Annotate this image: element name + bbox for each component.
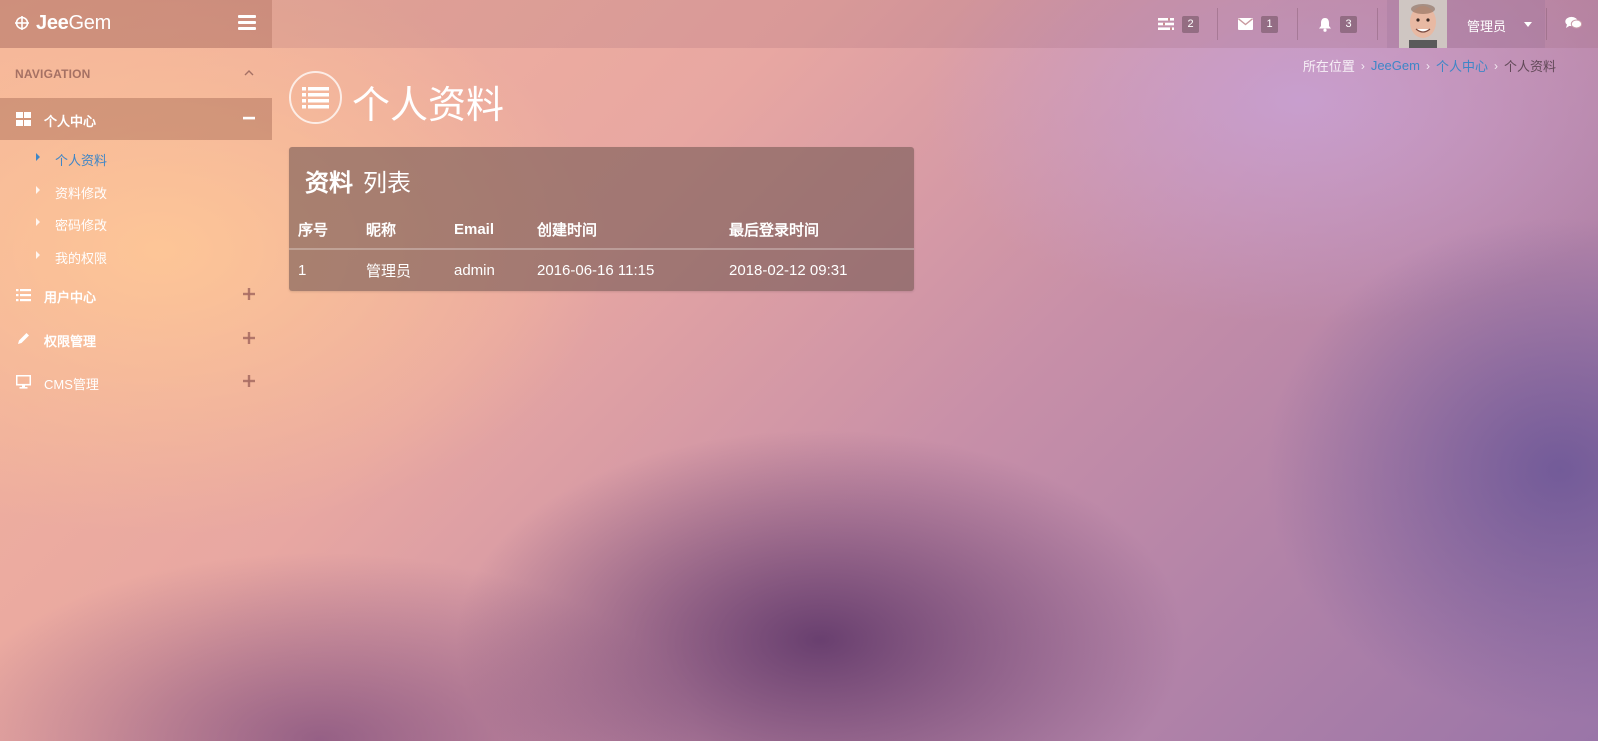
sidebar-item-label: CMS管理 <box>44 377 99 392</box>
sidebar-subitem-edit-profile[interactable]: 资料修改 <box>0 176 272 206</box>
plus-icon[interactable] <box>243 332 255 344</box>
collapse-icon[interactable] <box>243 112 255 124</box>
page-icon <box>289 71 342 124</box>
user-menu[interactable]: 管理员 <box>1387 0 1545 48</box>
column-header: 序号 <box>289 211 357 250</box>
panel-title: 资料 列表 <box>305 163 411 198</box>
chat-icon[interactable] <box>1565 16 1582 30</box>
sidebar-item-label: 用户中心 <box>44 290 97 305</box>
caret-right-icon <box>36 153 40 161</box>
sidebar-item-label: 权限管理 <box>44 334 97 349</box>
table-cell: 2016-06-16 11:15 <box>537 261 655 279</box>
caret-right-icon <box>36 251 40 259</box>
table-cell: 1 <box>298 261 307 279</box>
table-header-row: 序号 昵称 Email 创建时间 最后登录时间 <box>289 211 914 250</box>
user-name: 管理员 <box>1467 19 1507 34</box>
caret-right-icon <box>36 218 40 226</box>
chevron-right-icon: › <box>1493 58 1498 73</box>
sidebar-subitem-profile[interactable]: 个人资料 <box>0 143 272 173</box>
sidebar-subitem-label: 密码修改 <box>55 218 108 233</box>
monitor-icon <box>16 375 31 389</box>
breadcrumb-prefix: 所在位置 <box>1302 59 1355 74</box>
messages-count-badge: 1 <box>1261 15 1278 33</box>
caret-right-icon <box>36 186 40 194</box>
sidebar-item-label: 个人中心 <box>44 114 97 129</box>
menu-toggle-button[interactable] <box>238 15 256 31</box>
sidebar-item-personal-center[interactable]: 个人中心 <box>0 98 272 140</box>
list-icon <box>16 289 31 302</box>
chevron-up-icon[interactable] <box>244 68 254 78</box>
header-divider <box>1297 8 1298 40</box>
breadcrumb-link-home[interactable]: JeeGem <box>1371 58 1420 73</box>
breadcrumb-link-personal-center[interactable]: 个人中心 <box>1436 56 1488 75</box>
header-divider <box>1377 8 1378 40</box>
brand-name: JeeGem <box>36 12 111 34</box>
chevron-right-icon: › <box>1425 58 1430 73</box>
logo-icon <box>15 16 29 30</box>
table-cell: admin <box>454 261 495 279</box>
sidebar-item-cms-management[interactable]: CMS管理 <box>0 361 272 403</box>
chevron-down-icon <box>1524 22 1532 27</box>
page-title: 个人资料 <box>352 85 505 127</box>
panel-title-strong: 资料 <box>305 170 353 197</box>
sidebar-item-permission-management[interactable]: 权限管理 <box>0 318 272 360</box>
bell-icon <box>1319 17 1331 32</box>
pencil-icon <box>18 333 29 344</box>
dashboard-icon <box>16 112 31 126</box>
sidebar-subitem-label: 资料修改 <box>55 186 108 201</box>
notifications-count-badge: 3 <box>1340 15 1357 33</box>
list-icon <box>302 87 329 109</box>
avatar <box>1399 0 1447 48</box>
breadcrumb-current: 个人资料 <box>1503 59 1556 74</box>
sidebar-subitem-my-permissions[interactable]: 我的权限 <box>0 241 272 271</box>
panel-title-light: 列表 <box>363 170 411 197</box>
sidebar-subitem-label: 个人资料 <box>55 153 108 168</box>
chevron-right-icon: › <box>1360 58 1365 73</box>
table-cell: 2018-02-12 09:31 <box>729 261 848 279</box>
profile-table: 序号 昵称 Email 创建时间 最后登录时间 1 管理员 admin 2016… <box>289 211 914 290</box>
plus-icon[interactable] <box>243 288 255 300</box>
breadcrumb: 所在位置 › JeeGem › 个人中心 › 个人资料 <box>1303 56 1556 75</box>
brand[interactable]: JeeGem <box>0 0 272 48</box>
envelope-icon <box>1238 18 1253 30</box>
header-divider <box>1546 8 1547 40</box>
plus-icon[interactable] <box>243 375 255 387</box>
table-row: 1 管理员 admin 2016-06-16 11:15 2018-02-12 … <box>289 249 914 290</box>
sidebar-subitem-label: 我的权限 <box>55 251 108 266</box>
column-header: 最后登录时间 <box>720 211 914 250</box>
sidebar-subitem-change-password[interactable]: 密码修改 <box>0 208 272 238</box>
tasks-count-badge: 2 <box>1182 15 1199 33</box>
nav-title: NAVIGATION <box>15 67 91 81</box>
table-cell: 管理员 <box>366 262 412 280</box>
tasks-icon <box>1158 18 1174 30</box>
sidebar-item-user-center[interactable]: 用户中心 <box>0 274 272 316</box>
column-header: 创建时间 <box>528 211 720 250</box>
tasks-button[interactable]: 2 <box>1158 0 1199 48</box>
notifications-button[interactable]: 3 <box>1318 0 1357 48</box>
messages-button[interactable]: 1 <box>1238 0 1278 48</box>
top-header: JeeGem 2 1 3 管理员 <box>0 0 1598 48</box>
column-header: 昵称 <box>357 211 445 250</box>
profile-list-panel: 资料 列表 序号 昵称 Email 创建时间 最后登录时间 1 管理员 admin… <box>289 147 914 291</box>
header-divider <box>1217 8 1218 40</box>
sidebar: NAVIGATION 个人中心 个人资料 资料修改 密码修改 我的权限 用户中心 <box>0 48 272 741</box>
column-header: Email <box>445 211 528 250</box>
